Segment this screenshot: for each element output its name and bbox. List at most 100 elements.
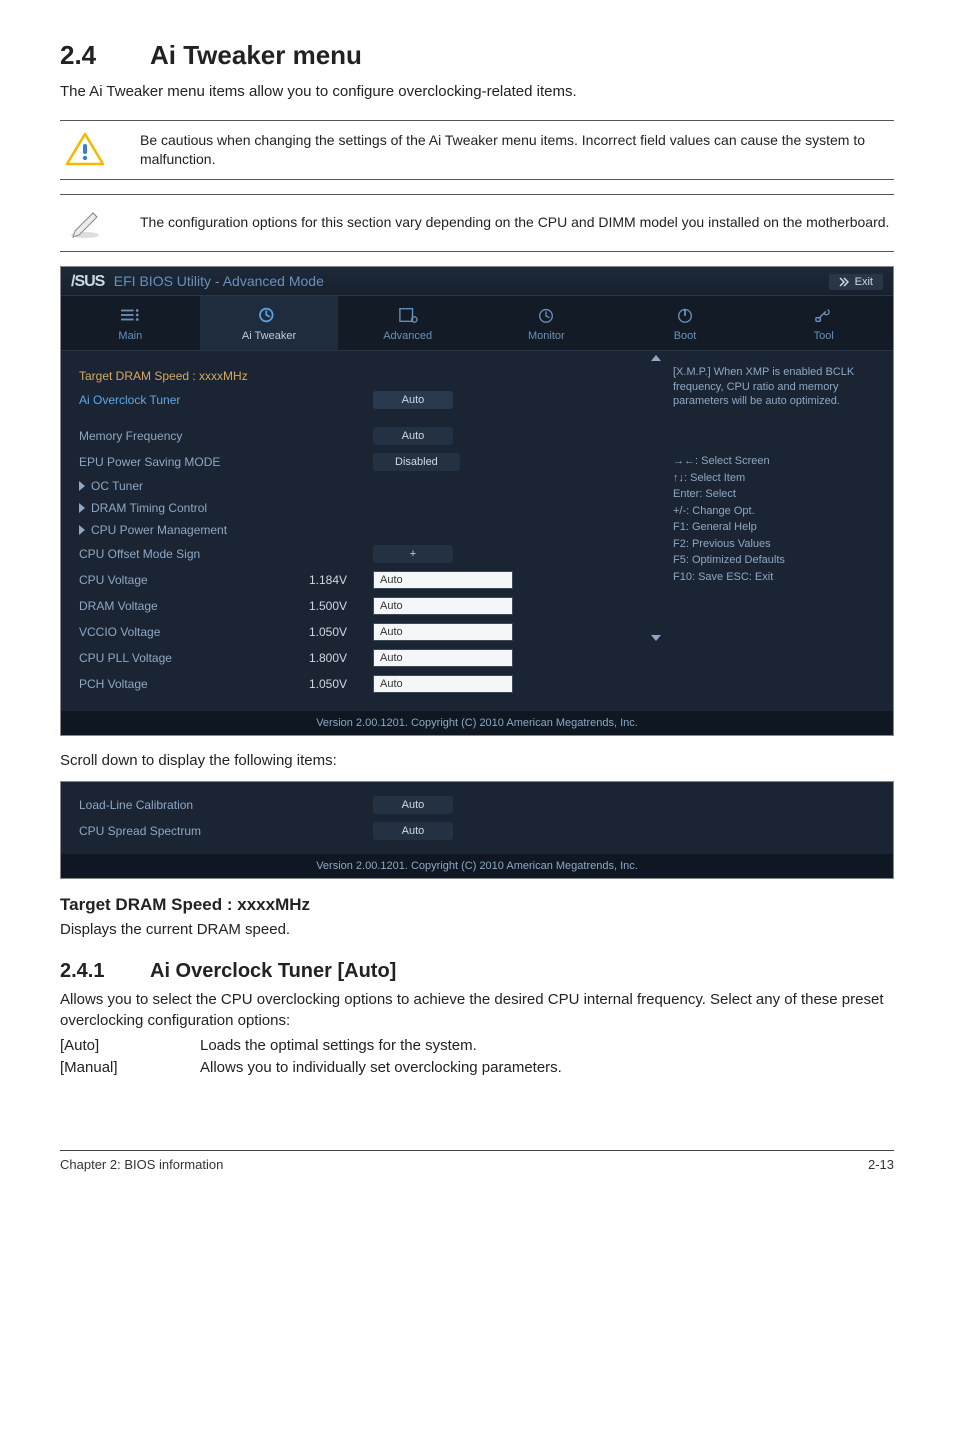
boot-icon — [674, 306, 696, 324]
bios-footer-2: Version 2.00.1201. Copyright (C) 2010 Am… — [61, 854, 893, 878]
bios-titlebar: /SUS EFI BIOS Utility - Advanced Mode Ex… — [61, 267, 893, 295]
help-keys: →←: Select Screen ↑↓: Select Item Enter:… — [673, 453, 879, 585]
scroll-caption: Scroll down to display the following ite… — [60, 752, 894, 769]
bios-screenshot-secondary: Load-Line Calibration Auto CPU Spread Sp… — [60, 781, 894, 879]
caution-note: Be cautious when changing the settings o… — [60, 120, 894, 180]
footer-right: 2-13 — [868, 1157, 894, 1172]
offset-sign-value[interactable]: + — [373, 545, 453, 563]
row-dram-timing[interactable]: DRAM Timing Control — [91, 501, 321, 515]
subsection-number: 2.4.1 — [60, 960, 150, 983]
vccio-voltage-reading: 1.050V — [309, 625, 373, 639]
tab-tool[interactable]: Tool — [754, 296, 893, 350]
help-key-line: +/-: Change Opt. — [673, 503, 879, 520]
tab-tool-label: Tool — [814, 330, 834, 342]
row-oc-tuner[interactable]: OC Tuner — [91, 479, 321, 493]
pch-voltage-reading: 1.050V — [309, 677, 373, 691]
cpu-voltage-reading: 1.184V — [309, 573, 373, 587]
bios-screenshot-main: /SUS EFI BIOS Utility - Advanced Mode Ex… — [60, 266, 894, 736]
row-cpu-pm[interactable]: CPU Power Management — [91, 523, 321, 537]
option-auto-desc: Loads the optimal settings for the syste… — [200, 1035, 477, 1058]
row-pch-voltage[interactable]: PCH Voltage — [79, 677, 309, 691]
info-text: The configuration options for this secti… — [110, 213, 889, 232]
tab-main[interactable]: Main — [61, 296, 200, 350]
bios-help-panel: [X.M.P.] When XMP is enabled BCLK freque… — [663, 351, 893, 711]
pencil-icon — [60, 205, 110, 241]
bios-logo: /SUS EFI BIOS Utility - Advanced Mode — [71, 273, 324, 291]
caution-text: Be cautious when changing the settings o… — [110, 131, 894, 169]
row-offset-sign[interactable]: CPU Offset Mode Sign — [79, 547, 373, 561]
section-heading: 2.4Ai Tweaker menu — [60, 40, 894, 71]
help-key-line: F5: Optimized Defaults — [673, 552, 879, 569]
row-target-dram-speed: Target DRAM Speed : xxxxMHz — [79, 369, 309, 383]
scroll-down-icon[interactable] — [651, 635, 661, 641]
target-dram-body: Displays the current DRAM speed. — [60, 919, 894, 940]
row-cpu-voltage[interactable]: CPU Voltage — [79, 573, 309, 587]
row-dram-voltage[interactable]: DRAM Voltage — [79, 599, 309, 613]
cpu-voltage-field[interactable]: Auto — [373, 571, 513, 589]
main-icon — [119, 306, 141, 324]
exit-icon — [839, 277, 849, 287]
scroll-up-icon[interactable] — [651, 355, 661, 361]
memory-frequency-value[interactable]: Auto — [373, 427, 453, 445]
help-key-line: Enter: Select — [673, 486, 879, 503]
option-row: [Manual] Allows you to individually set … — [60, 1057, 894, 1080]
row-vccio-voltage[interactable]: VCCIO Voltage — [79, 625, 309, 639]
subsection-heading: 2.4.1Ai Overclock Tuner [Auto] — [60, 960, 894, 983]
chevron-icon — [79, 481, 85, 491]
llc-value[interactable]: Auto — [373, 796, 453, 814]
pch-voltage-field[interactable]: Auto — [373, 675, 513, 693]
css-value[interactable]: Auto — [373, 822, 453, 840]
info-note: The configuration options for this secti… — [60, 194, 894, 252]
tab-boot[interactable]: Boot — [616, 296, 755, 350]
target-dram-subhead: Target DRAM Speed : xxxxMHz — [60, 895, 894, 915]
exit-label: Exit — [855, 276, 873, 288]
help-key-line: F10: Save ESC: Exit — [673, 569, 879, 586]
tab-advanced[interactable]: Advanced — [338, 296, 477, 350]
row-ai-oc-tuner[interactable]: Ai Overclock Tuner — [79, 393, 373, 407]
option-manual-desc: Allows you to individually set overclock… — [200, 1057, 562, 1080]
tab-main-label: Main — [118, 330, 142, 342]
subsection-title: Ai Overclock Tuner [Auto] — [150, 960, 396, 982]
row-load-line-calibration[interactable]: Load-Line Calibration — [79, 798, 373, 812]
help-key-line: F2: Previous Values — [673, 536, 879, 553]
tab-boot-label: Boot — [674, 330, 697, 342]
bios-footer: Version 2.00.1201. Copyright (C) 2010 Am… — [61, 711, 893, 735]
row-epu-mode[interactable]: EPU Power Saving MODE — [79, 455, 373, 469]
tab-monitor[interactable]: Monitor — [477, 296, 616, 350]
bios-content-area: Target DRAM Speed : xxxxMHz Ai Overclock… — [61, 351, 649, 711]
subsection-body: Allows you to select the CPU overclockin… — [60, 989, 894, 1031]
option-auto-key: [Auto] — [60, 1035, 200, 1058]
dram-voltage-field[interactable]: Auto — [373, 597, 513, 615]
tab-tweaker-label: Ai Tweaker — [242, 330, 296, 342]
footer-left: Chapter 2: BIOS information — [60, 1157, 223, 1172]
tweaker-icon — [258, 306, 280, 324]
bios-logo-text: /SUS — [71, 273, 104, 290]
tab-advanced-label: Advanced — [383, 330, 432, 342]
epu-value[interactable]: Disabled — [373, 453, 460, 471]
option-row: [Auto] Loads the optimal settings for th… — [60, 1035, 894, 1058]
page-footer: Chapter 2: BIOS information 2-13 — [60, 1150, 894, 1172]
monitor-icon — [535, 306, 557, 324]
help-key-line: ↑↓: Select Item — [673, 470, 879, 487]
bios-logo-sub: EFI BIOS Utility - Advanced Mode — [114, 273, 324, 289]
scrollbar[interactable] — [649, 351, 663, 711]
tab-ai-tweaker[interactable]: Ai Tweaker — [200, 296, 339, 350]
advanced-icon — [397, 306, 419, 324]
vccio-voltage-field[interactable]: Auto — [373, 623, 513, 641]
help-key-line: F1: General Help — [673, 519, 879, 536]
help-key-line: →←: Select Screen — [673, 453, 879, 470]
tab-monitor-label: Monitor — [528, 330, 565, 342]
tool-icon — [813, 306, 835, 324]
bios-tabs: Main Ai Tweaker Advanced Monitor Boot To… — [61, 295, 893, 351]
row-cpupll-voltage[interactable]: CPU PLL Voltage — [79, 651, 309, 665]
caution-icon — [60, 132, 110, 168]
exit-button[interactable]: Exit — [829, 274, 883, 290]
ai-oc-tuner-value[interactable]: Auto — [373, 391, 453, 409]
cpupll-voltage-field[interactable]: Auto — [373, 649, 513, 667]
section-number: 2.4 — [60, 40, 150, 71]
row-cpu-spread-spectrum[interactable]: CPU Spread Spectrum — [79, 824, 373, 838]
row-memory-frequency[interactable]: Memory Frequency — [79, 429, 373, 443]
help-description: [X.M.P.] When XMP is enabled BCLK freque… — [673, 365, 879, 410]
chevron-icon — [79, 525, 85, 535]
section-title-text: Ai Tweaker menu — [150, 40, 362, 70]
